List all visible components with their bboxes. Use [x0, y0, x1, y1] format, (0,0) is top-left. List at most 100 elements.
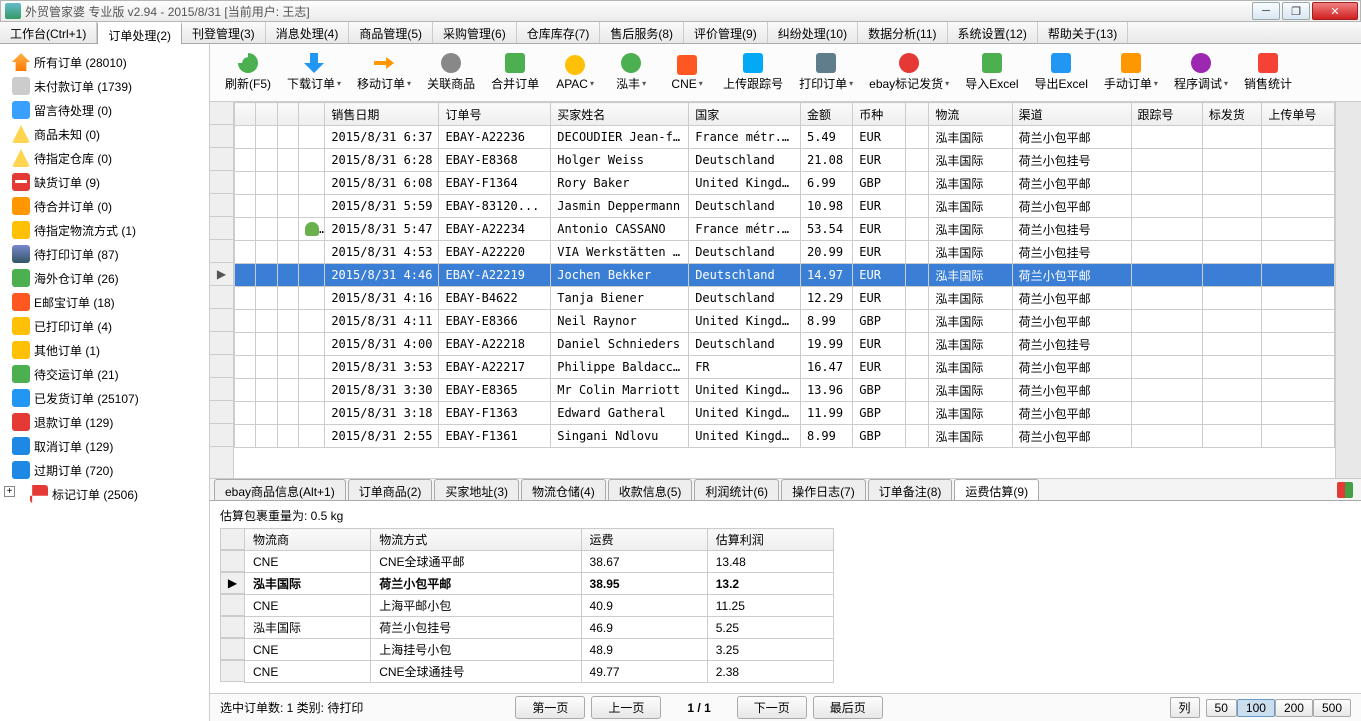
toolbar-button[interactable]: 导入Excel [958, 49, 1025, 97]
column-header[interactable]: 上传单号 [1262, 103, 1335, 126]
table-row[interactable]: 2015/8/31 4:53EBAY-A22220VIA Werkstätten… [235, 241, 1335, 264]
main-tab[interactable]: 刊登管理(3) [182, 22, 266, 43]
column-header[interactable]: 买家姓名 [551, 103, 689, 126]
table-row[interactable]: 2015/8/31 6:37EBAY-A22236DECOUDIER Jean-… [235, 126, 1335, 149]
column-header[interactable]: 订单号 [439, 103, 551, 126]
column-header[interactable]: 渠道 [1012, 103, 1131, 126]
sidebar-item[interactable]: 其他订单 (1) [0, 338, 209, 362]
toolbar-button[interactable]: 手动订单▾ [1097, 49, 1165, 97]
freight-row[interactable]: CNE上海挂号小包48.93.25 [245, 639, 834, 661]
sidebar-item[interactable]: 取消订单 (129) [0, 434, 209, 458]
detail-tab[interactable]: 订单备注(8) [868, 479, 953, 500]
sidebar-item[interactable]: 商品未知 (0) [0, 122, 209, 146]
sidebar-item[interactable]: 缺货订单 (9) [0, 170, 209, 194]
toolbar-button[interactable]: 程序调试▾ [1167, 49, 1235, 97]
main-tab[interactable]: 售后服务(8) [600, 22, 684, 43]
toolbar-button[interactable]: 打印订单▾ [792, 49, 860, 97]
order-table[interactable]: 销售日期订单号买家姓名国家金额币种物流渠道跟踪号标发货上传单号2015/8/31… [234, 102, 1335, 448]
sidebar-item[interactable]: 未付款订单 (1739) [0, 74, 209, 98]
column-header[interactable]: 标发货 [1202, 103, 1261, 126]
freight-row[interactable]: CNECNE全球通平邮38.6713.48 [245, 551, 834, 573]
column-header[interactable] [256, 103, 277, 126]
table-row[interactable]: 2015/8/31 4:46EBAY-A22219Jochen BekkerDe… [235, 264, 1335, 287]
detail-tab[interactable]: 订单商品(2) [348, 479, 433, 500]
sidebar-item[interactable]: 过期订单 (720) [0, 458, 209, 482]
column-header[interactable] [299, 103, 325, 126]
detail-tab[interactable]: 收款信息(5) [608, 479, 693, 500]
detail-tab[interactable]: 买家地址(3) [434, 479, 519, 500]
table-row[interactable]: 2015/8/31 6:08EBAY-F1364Rory BakerUnited… [235, 172, 1335, 195]
table-row[interactable]: 2015/8/31 3:53EBAY-A22217Philippe Baldac… [235, 356, 1335, 379]
main-tab[interactable]: 帮助关于(13) [1038, 22, 1128, 43]
main-tab[interactable]: 订单处理(2) [97, 22, 182, 44]
toolbar-button[interactable]: 合并订单 [484, 49, 546, 97]
toolbar-button[interactable]: 上传跟踪号 [716, 49, 790, 97]
prev-page-button[interactable]: 上一页 [591, 696, 661, 719]
table-row[interactable]: 2015/8/31 4:16EBAY-B4622Tanja BienerDeut… [235, 287, 1335, 310]
sidebar-item[interactable]: 已打印订单 (4) [0, 314, 209, 338]
toolbar-button[interactable]: ebay标记发货▾ [862, 49, 956, 97]
main-tab[interactable]: 评价管理(9) [684, 22, 768, 43]
freight-row[interactable]: CNE上海平邮小包40.911.25 [245, 595, 834, 617]
toolbar-button[interactable]: 泓丰▾ [604, 49, 658, 97]
detail-tab[interactable]: 操作日志(7) [781, 479, 866, 500]
sidebar-item[interactable]: 退款订单 (129) [0, 410, 209, 434]
sidebar-item[interactable]: +标记订单 (2506) [22, 482, 209, 506]
first-page-button[interactable]: 第一页 [515, 696, 585, 719]
table-row[interactable]: 2015/8/31 3:18EBAY-F1363Edward GatheralU… [235, 402, 1335, 425]
main-tab[interactable]: 工作台(Ctrl+1) [0, 22, 97, 43]
table-row[interactable]: 2015/8/31 4:00EBAY-A22218Daniel Schniede… [235, 333, 1335, 356]
main-tab[interactable]: 采购管理(6) [433, 22, 517, 43]
next-page-button[interactable]: 下一页 [737, 696, 807, 719]
freight-table[interactable]: 物流商物流方式运费估算利润CNECNE全球通平邮38.6713.48泓丰国际荷兰… [244, 528, 834, 683]
main-tab[interactable]: 商品管理(5) [349, 22, 433, 43]
main-tab[interactable]: 数据分析(11) [858, 22, 947, 43]
freight-column-header[interactable]: 估算利润 [707, 529, 833, 551]
table-row[interactable]: 2015/8/31 4:11EBAY-E8366Neil RaynorUnite… [235, 310, 1335, 333]
sidebar-item[interactable]: 所有订单 (28010) [0, 50, 209, 74]
freight-row[interactable]: 泓丰国际荷兰小包平邮38.9513.2 [245, 573, 834, 595]
last-page-button[interactable]: 最后页 [813, 696, 883, 719]
sidebar-item[interactable]: 海外仓订单 (26) [0, 266, 209, 290]
table-row[interactable]: 2015/8/31 5:47EBAY-A22234Antonio CASSANO… [235, 218, 1335, 241]
toolbar-button[interactable]: 销售统计 [1237, 49, 1299, 97]
column-header[interactable] [235, 103, 256, 126]
toolbar-button[interactable]: 移动订单▾ [350, 49, 418, 97]
freight-column-header[interactable]: 物流商 [245, 529, 371, 551]
toolbar-button[interactable]: APAC▾ [548, 49, 602, 97]
column-header[interactable]: 物流 [929, 103, 1012, 126]
sidebar-item[interactable]: 待打印订单 (87) [0, 242, 209, 266]
column-header[interactable] [905, 103, 929, 126]
list-label[interactable]: 列 [1170, 697, 1200, 718]
column-header[interactable]: 跟踪号 [1131, 103, 1202, 126]
detail-tab[interactable]: ebay商品信息(Alt+1) [214, 479, 346, 500]
minimize-button[interactable]: ─ [1252, 2, 1280, 20]
book-icon[interactable] [1337, 482, 1353, 498]
main-tab[interactable]: 系统设置(12) [948, 22, 1038, 43]
table-row[interactable]: 2015/8/31 5:59EBAY-83120...Jasmin Depper… [235, 195, 1335, 218]
page-size-button[interactable]: 200 [1275, 699, 1313, 717]
sidebar-item[interactable]: 待合并订单 (0) [0, 194, 209, 218]
sidebar-item[interactable]: 已发货订单 (25107) [0, 386, 209, 410]
table-row[interactable]: 2015/8/31 6:28EBAY-E8368Holger WeissDeut… [235, 149, 1335, 172]
detail-tab[interactable]: 利润统计(6) [694, 479, 779, 500]
sidebar-item[interactable]: 待交运订单 (21) [0, 362, 209, 386]
detail-tab[interactable]: 运费估算(9) [954, 479, 1039, 500]
main-tab[interactable]: 纠纷处理(10) [768, 22, 858, 43]
main-tab[interactable]: 消息处理(4) [266, 22, 350, 43]
table-row[interactable]: 2015/8/31 3:30EBAY-E8365Mr Colin Marriot… [235, 379, 1335, 402]
column-header[interactable]: 币种 [853, 103, 905, 126]
column-header[interactable]: 国家 [689, 103, 801, 126]
toolbar-button[interactable]: CNE▾ [660, 49, 714, 97]
page-size-button[interactable]: 500 [1313, 699, 1351, 717]
sidebar-item[interactable]: 待指定物流方式 (1) [0, 218, 209, 242]
detail-tab[interactable]: 物流仓储(4) [521, 479, 606, 500]
toolbar-button[interactable]: 导出Excel [1028, 49, 1095, 97]
table-row[interactable]: 2015/8/31 2:55EBAY-F1361Singani NdlovuUn… [235, 425, 1335, 448]
page-size-button[interactable]: 100 [1237, 699, 1275, 717]
sidebar-item[interactable]: 待指定仓库 (0) [0, 146, 209, 170]
sidebar-item[interactable]: E邮宝订单 (18) [0, 290, 209, 314]
toolbar-button[interactable]: 下载订单▾ [280, 49, 348, 97]
page-size-button[interactable]: 50 [1206, 699, 1237, 717]
maximize-button[interactable]: ❐ [1282, 2, 1310, 20]
